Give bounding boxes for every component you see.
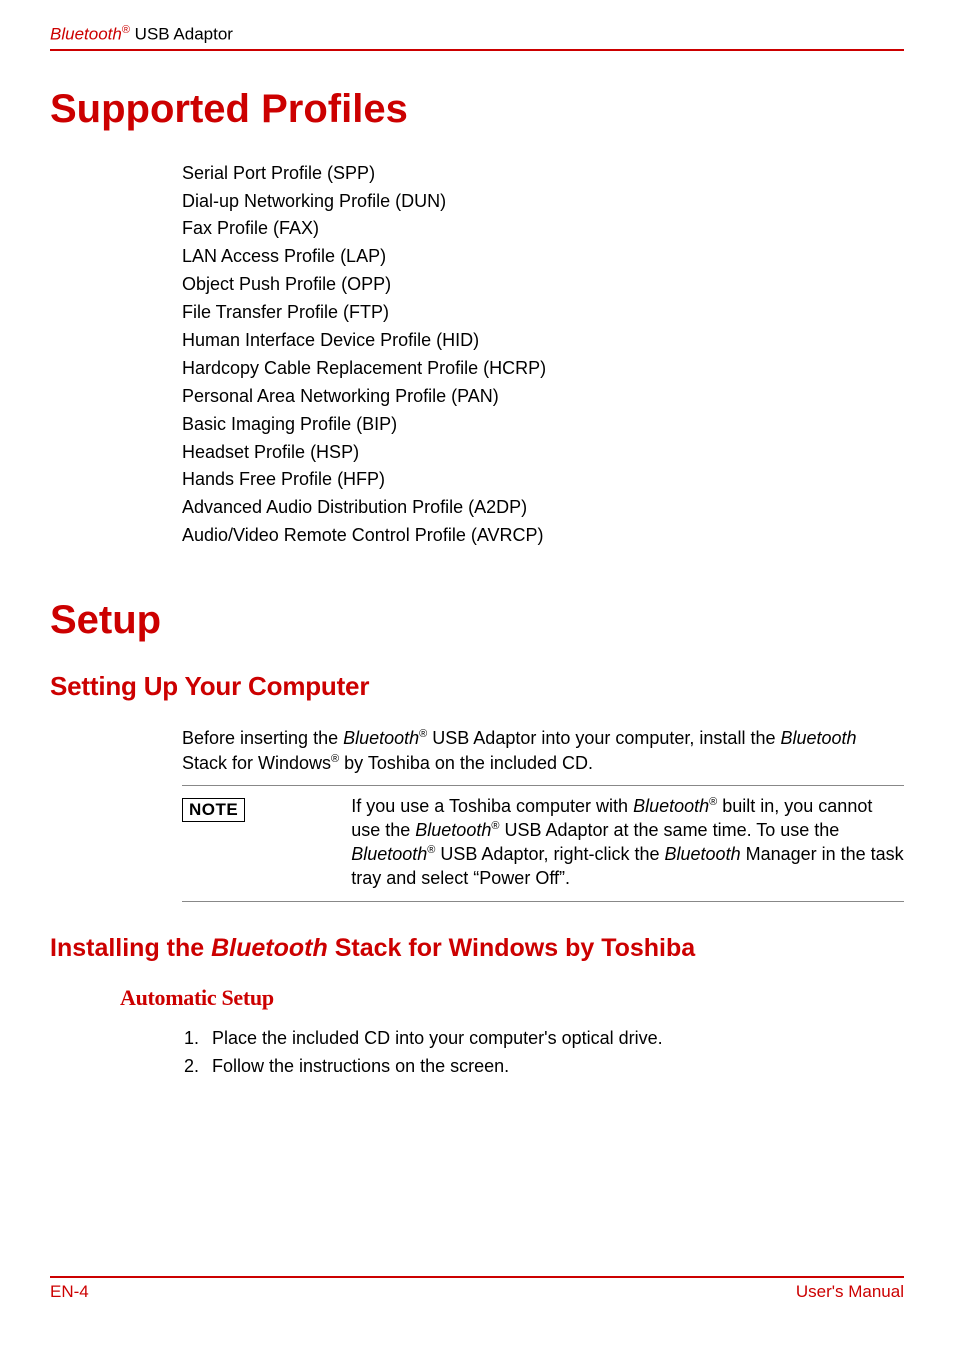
profile-item: File Transfer Profile (FTP) [182,299,904,327]
profile-item: Headset Profile (HSP) [182,439,904,467]
text-run-italic: Bluetooth [665,844,741,864]
topic-automatic-setup: Automatic Setup [120,985,904,1011]
header-text: Bluetooth® USB Adaptor [50,24,904,45]
profile-item: Dial-up Networking Profile (DUN) [182,188,904,216]
header-brand: Bluetooth [50,25,122,44]
text-run: Stack for Windows by Toshiba [328,934,695,962]
note-label: NOTE [182,798,245,822]
page-content: Supported Profiles Serial Port Profile (… [50,57,904,1081]
text-run-italic: Bluetooth [780,728,856,748]
section-heading-supported-profiles: Supported Profiles [50,87,904,132]
profile-item: Serial Port Profile (SPP) [182,160,904,188]
profiles-list: Serial Port Profile (SPP) Dial-up Networ… [182,160,904,550]
profile-item: LAN Access Profile (LAP) [182,243,904,271]
text-run: by Toshiba on the included CD. [339,753,593,773]
step-item: Place the included CD into your computer… [204,1025,904,1053]
header-rule [50,49,904,51]
steps-list: Place the included CD into your computer… [182,1025,904,1081]
footer-title: User's Manual [796,1282,904,1302]
text-run-italic: Bluetooth [211,934,328,962]
text-run-italic: Bluetooth [351,844,427,864]
page-header: Bluetooth® USB Adaptor [50,24,904,51]
footer-page-number: EN-4 [50,1282,89,1302]
text-run: Stack for Windows [182,753,331,773]
profile-item: Basic Imaging Profile (BIP) [182,411,904,439]
header-product: USB Adaptor [130,25,233,44]
note-text: If you use a Toshiba computer with Bluet… [351,794,904,891]
profile-item: Fax Profile (FAX) [182,215,904,243]
text-run: USB Adaptor, right-click the [435,844,664,864]
profile-item: Personal Area Networking Profile (PAN) [182,383,904,411]
text-run: If you use a Toshiba computer with [351,796,633,816]
subsection-installing-stack: Installing the Bluetooth Stack for Windo… [50,934,904,963]
text-run: USB Adaptor at the same time. To use the [499,820,839,840]
profile-item: Hands Free Profile (HFP) [182,466,904,494]
subsection-setting-up: Setting Up Your Computer [50,671,904,702]
note-block: NOTE If you use a Toshiba computer with … [182,785,904,902]
profile-item: Audio/Video Remote Control Profile (AVRC… [182,522,904,550]
text-run: Installing the [50,934,211,962]
text-run: USB Adaptor into your computer, install … [427,728,780,748]
text-run-italic: Bluetooth [343,728,419,748]
section-heading-setup: Setup [50,598,904,643]
setup-paragraph: Before inserting the Bluetooth ® USB Adap… [182,726,904,776]
page-footer: EN-4 User's Manual [50,1276,904,1302]
text-run: Before inserting the [182,728,343,748]
text-run-sup: ® [331,753,339,765]
header-registered: ® [122,24,130,36]
footer-rule [50,1276,904,1278]
profile-item: Hardcopy Cable Replacement Profile (HCRP… [182,355,904,383]
text-run-italic: Bluetooth [415,820,491,840]
profile-item: Object Push Profile (OPP) [182,271,904,299]
profile-item: Advanced Audio Distribution Profile (A2D… [182,494,904,522]
profile-item: Human Interface Device Profile (HID) [182,327,904,355]
step-item: Follow the instructions on the screen. [204,1053,904,1081]
footer-row: EN-4 User's Manual [50,1282,904,1302]
text-run-italic: Bluetooth [633,796,709,816]
